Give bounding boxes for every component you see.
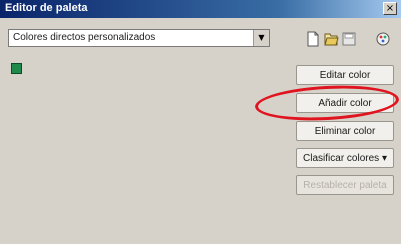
open-palette-icon[interactable] [323, 31, 339, 47]
palette-properties-icon[interactable] [375, 31, 391, 47]
sort-colors-button[interactable]: Clasificar colores ▾ [296, 148, 394, 168]
close-button[interactable]: × [383, 2, 397, 15]
window-title: Editor de paleta [5, 2, 88, 14]
color-swatch[interactable] [11, 63, 22, 74]
reset-palette-button: Restablecer paleta [296, 175, 394, 195]
delete-color-button[interactable]: Eliminar color [296, 121, 394, 141]
close-icon: × [385, 3, 395, 14]
palette-editor-window: Editor de paleta × Colores directos pers… [0, 0, 401, 244]
palette-type-dropdown[interactable]: Colores directos personalizados ▼ [8, 29, 270, 47]
highlight-annotation [254, 82, 400, 124]
chevron-down-icon[interactable]: ▼ [253, 30, 269, 46]
edit-color-button[interactable]: Editar color [296, 65, 394, 85]
palette-type-value: Colores directos personalizados [13, 32, 156, 43]
new-palette-icon[interactable] [305, 31, 321, 47]
title-bar[interactable]: Editor de paleta × [0, 0, 401, 18]
save-palette-icon[interactable] [341, 31, 357, 47]
